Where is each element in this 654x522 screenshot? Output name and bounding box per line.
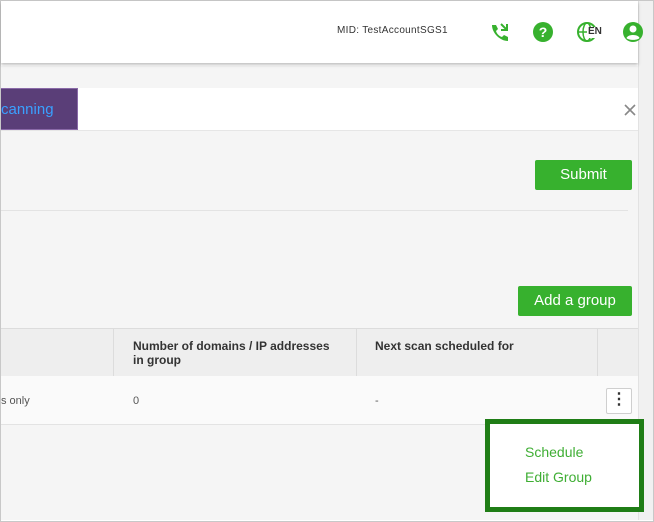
svg-text:?: ? (539, 24, 548, 40)
language-code: EN (588, 26, 602, 37)
row-context-menu: Schedule Edit Group (485, 419, 644, 512)
help-icon[interactable]: ? (532, 21, 554, 43)
table-header: Number of domains / IP addresses in grou… (1, 328, 638, 377)
column-separator (597, 329, 598, 376)
menu-item-schedule[interactable]: Schedule (525, 444, 583, 460)
tab-bar: canning (1, 88, 638, 131)
more-actions-button[interactable]: ⋮ (606, 388, 632, 414)
table-row: s only 0 - ⋮ (1, 376, 638, 425)
column-separator (356, 329, 357, 376)
next-scan-cell: - (375, 395, 379, 407)
top-header: MID: TestAccountSGS1 ? EN (1, 1, 643, 63)
domain-count-cell: 0 (133, 395, 140, 407)
header-domain-count: Number of domains / IP addresses in grou… (133, 339, 330, 367)
submit-button[interactable]: Submit (535, 160, 632, 190)
merchant-id-label: MID: TestAccountSGS1 (337, 25, 448, 36)
tab-scanning[interactable]: canning (1, 88, 78, 130)
tab-scanning-label: canning (1, 101, 54, 118)
group-name-cell: s only (1, 395, 30, 407)
close-icon[interactable] (623, 103, 637, 117)
add-group-button[interactable]: Add a group (518, 286, 632, 316)
divider (1, 210, 628, 211)
language-icon[interactable]: EN (577, 21, 605, 43)
kebab-icon: ⋮ (611, 391, 627, 408)
header-next-scan: Next scan scheduled for (375, 339, 514, 353)
account-icon[interactable] (622, 21, 644, 43)
column-separator (113, 329, 114, 376)
phone-icon[interactable] (488, 21, 510, 43)
menu-item-edit-group[interactable]: Edit Group (525, 469, 592, 485)
